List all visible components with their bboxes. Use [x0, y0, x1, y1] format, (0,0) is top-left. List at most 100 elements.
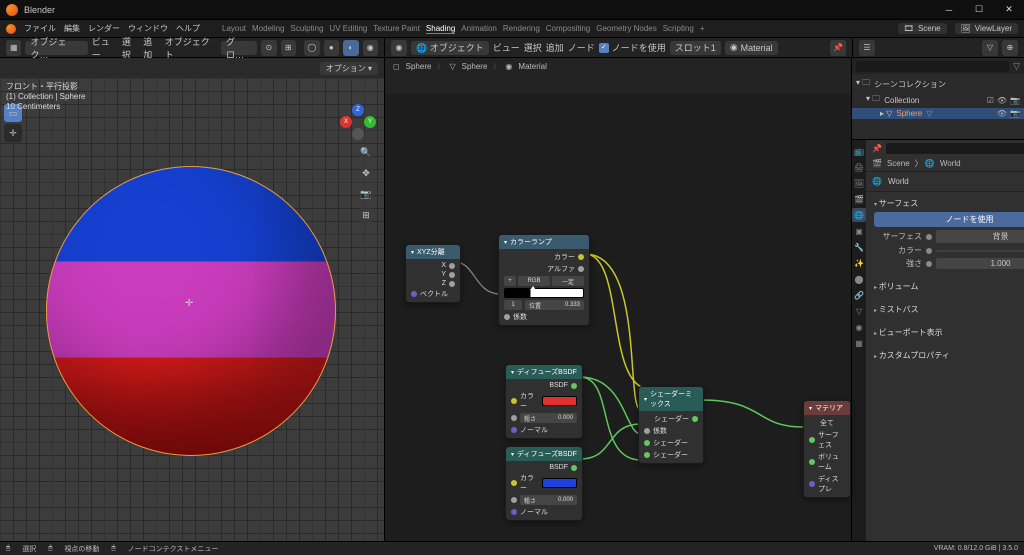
menu-render[interactable]: レンダー [88, 23, 120, 34]
tab-modeling[interactable]: Modeling [252, 24, 284, 34]
tab-geonodes[interactable]: Geometry Nodes [596, 24, 656, 34]
tab-sculpting[interactable]: Sculpting [291, 24, 324, 34]
diff1-title[interactable]: ディフューズBSDF [506, 365, 582, 379]
colorramp-gradient[interactable] [504, 288, 584, 298]
editor-type-shader-icon[interactable]: ◉ [391, 40, 407, 56]
node-diffuse-1[interactable]: ディフューズBSDF BSDF カラー 粗さ0.000 ノーマル [505, 364, 583, 439]
options-button[interactable]: オプション ▾ [320, 62, 378, 75]
panel-custom-props[interactable]: カスタムプロパティ [874, 350, 1024, 361]
ne-menu-node[interactable]: ノード [568, 41, 595, 54]
vp-menu-add[interactable]: 追加 [143, 35, 160, 61]
tab-scripting[interactable]: Scripting [663, 24, 694, 34]
diff1-rough[interactable]: 粗さ0.000 [520, 413, 577, 423]
panel-mist[interactable]: ミストパス [874, 304, 1024, 315]
ptab-world-icon[interactable]: 🌐 [852, 208, 866, 222]
tab-add[interactable]: + [700, 24, 705, 34]
ptab-data-icon[interactable]: ▽ [852, 304, 866, 318]
blender-icon[interactable] [6, 24, 16, 34]
tab-compositing[interactable]: Compositing [546, 24, 590, 34]
diff1-color-swatch[interactable] [542, 396, 577, 406]
editor-type-3dview-icon[interactable]: ▦ [6, 40, 21, 56]
panel-volume[interactable]: ボリューム [874, 281, 1024, 292]
shader-node-editor[interactable]: ◻Sphere 〉 ▽Sphere 〉 ◉Material XYZ分離 X [385, 58, 852, 541]
perspective-icon[interactable]: ⊞ [358, 207, 374, 223]
mix-title[interactable]: シェーダーミックス [639, 387, 703, 411]
vp-menu-select[interactable]: 選択 [122, 35, 139, 61]
outliner[interactable]: ▽ ▾ 🗀シーンコレクション ▾ 🗀Collection☑👁📷 ▸ ▽Spher… [852, 58, 1024, 140]
sphere-object[interactable] [46, 166, 336, 456]
pivot-icon[interactable]: ⊙ [261, 40, 276, 56]
prop-surface-val[interactable]: 背景 [936, 230, 1024, 243]
ptab-material-icon[interactable]: ◉ [852, 320, 866, 334]
material-selector[interactable]: ◉ Material [725, 41, 778, 55]
prop-strength-val[interactable]: 1.000 [936, 258, 1024, 269]
navigation-gizmo[interactable]: X Y Z [340, 104, 376, 140]
slot-selector[interactable]: スロット1 [670, 41, 721, 55]
output-all[interactable]: 全て [820, 418, 834, 428]
output-title[interactable]: マテリア [804, 401, 850, 415]
ne-menu-select[interactable]: 選択 [524, 41, 542, 54]
menu-file[interactable]: ファイル [24, 23, 56, 34]
colorramp-title[interactable]: カラーランプ [499, 235, 589, 249]
ptab-physics-icon[interactable]: ⬤ [852, 272, 866, 286]
vp-menu-object[interactable]: オブジェクト [165, 35, 217, 61]
scene-selector[interactable]: 🎞Scene [898, 23, 947, 34]
ne-menu-view[interactable]: ビュー [493, 41, 520, 54]
viewlayer-selector[interactable]: 🖼ViewLayer [955, 23, 1018, 34]
colorramp-stop[interactable]: 1 [504, 300, 522, 310]
filter-icon[interactable]: ▽ [982, 40, 998, 56]
prop-pin-icon[interactable]: 📌 [872, 144, 882, 153]
mode-selector[interactable]: オブジェク… [25, 41, 87, 55]
vp-menu-view[interactable]: ビュー [92, 35, 118, 61]
menu-edit[interactable]: 編集 [64, 23, 80, 34]
node-sepxyz-title[interactable]: XYZ分離 [406, 245, 460, 259]
minimize-button[interactable]: ─ [934, 0, 964, 20]
prop-bc-scene[interactable]: Scene [887, 159, 910, 168]
3d-viewport[interactable]: オプション ▾ ▭ ✛ フロント・平行投影 (1) Collection | S… [0, 58, 385, 541]
ne-menu-add[interactable]: 追加 [546, 41, 564, 54]
snap-icon[interactable]: ⊞ [281, 40, 296, 56]
panel-surface[interactable]: サーフェス [874, 198, 1024, 209]
tool-cursor-icon[interactable]: ✛ [4, 124, 22, 142]
shading-matprev-icon[interactable]: ◐ [343, 40, 358, 56]
node-material-output[interactable]: マテリア 全て サーフェス ボリューム ディスプレ [803, 400, 851, 498]
maximize-button[interactable]: ☐ [964, 0, 994, 20]
shading-solid-icon[interactable]: ● [324, 40, 339, 56]
ptab-scene-icon[interactable]: 🎬 [852, 192, 866, 206]
tab-uvediting[interactable]: UV Editing [329, 24, 367, 34]
menu-help[interactable]: ヘルプ [176, 23, 200, 34]
tab-layout[interactable]: Layout [222, 24, 246, 34]
colorramp-position[interactable]: 位置0.333 [525, 300, 584, 310]
ptab-constraint-icon[interactable]: 🔗 [852, 288, 866, 302]
pin-icon[interactable]: 📌 [830, 40, 846, 56]
outliner-search[interactable] [856, 61, 1009, 72]
prop-bc-world[interactable]: World [940, 159, 961, 168]
new-collection-icon[interactable]: ⊕ [1002, 40, 1018, 56]
outliner-editor-icon[interactable]: ☰ [859, 40, 875, 56]
diff2-title[interactable]: ディフューズBSDF [506, 447, 582, 461]
ptab-particles-icon[interactable]: ✨ [852, 256, 866, 270]
colorramp-mode[interactable]: RGB [518, 276, 550, 286]
shader-type-selector[interactable]: 🌐 オブジェクト [411, 41, 489, 55]
tab-texturepaint[interactable]: Texture Paint [373, 24, 420, 34]
ptab-object-icon[interactable]: ▣ [852, 224, 866, 238]
outliner-object-sphere[interactable]: ▸ ▽Sphere▽👁📷 [852, 108, 1024, 119]
close-button[interactable]: ✕ [994, 0, 1024, 20]
move-view-icon[interactable]: ✥ [358, 165, 374, 181]
tab-rendering[interactable]: Rendering [503, 24, 540, 34]
orientation-selector[interactable]: グロ… [221, 41, 257, 55]
prop-color-swatch[interactable] [936, 250, 1024, 252]
world-datablock[interactable]: 🌐 World⊕✕ [866, 172, 1024, 192]
node-separate-xyz[interactable]: XYZ分離 X Y Z ベクトル [405, 244, 461, 303]
shading-render-icon[interactable]: ◉ [363, 40, 378, 56]
ptab-output-icon[interactable]: 🖨 [852, 160, 866, 174]
camera-view-icon[interactable]: 📷 [358, 186, 374, 202]
bc-material[interactable]: Material [518, 62, 546, 71]
shading-wire-icon[interactable]: ◯ [304, 40, 319, 56]
axis-y-icon[interactable]: Y [364, 116, 376, 128]
outliner-collection[interactable]: ▾ 🗀Collection☑👁📷 [852, 92, 1024, 108]
colorramp-add[interactable]: + [504, 276, 516, 286]
filter-icon[interactable]: ▽ [1013, 61, 1020, 72]
diff2-rough[interactable]: 粗さ0.000 [520, 495, 577, 505]
ptab-viewlayer-icon[interactable]: 🖼 [852, 176, 866, 190]
